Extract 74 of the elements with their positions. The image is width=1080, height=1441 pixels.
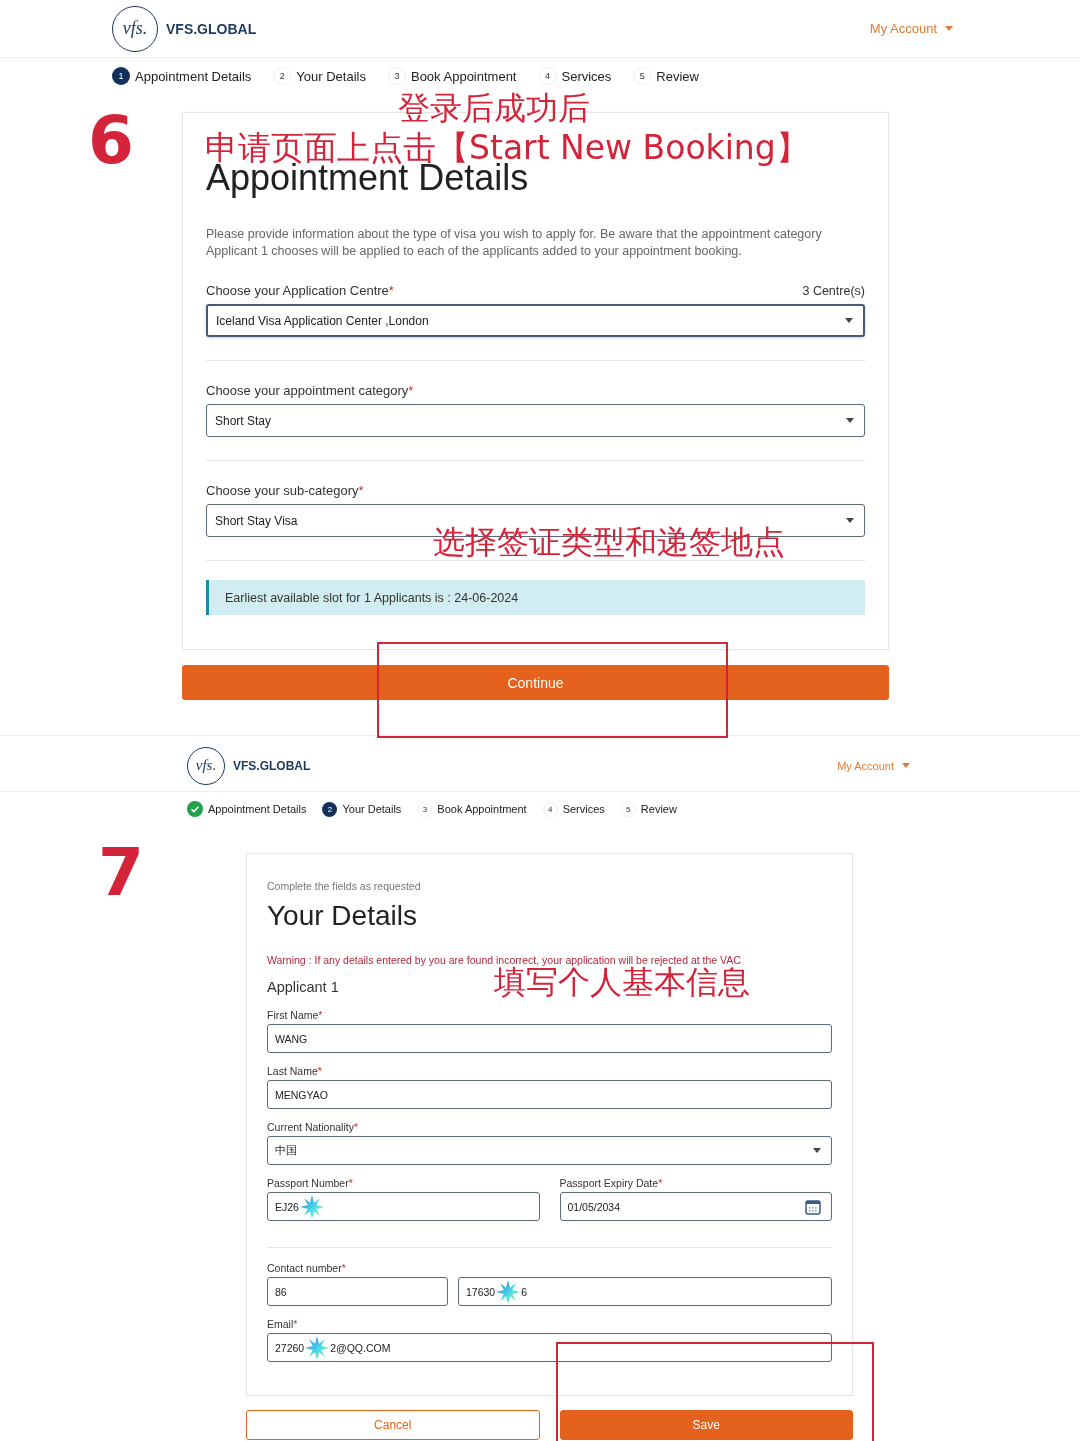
step-number: 1 [112,67,130,85]
calendar-icon[interactable] [805,1198,821,1215]
step-tab[interactable]: Services [561,68,612,84]
step-number: 2 [273,67,292,85]
annotation-text: 登录后成功后 [398,92,590,124]
page-title: Your Details [267,900,418,932]
brand-name: VFS.GLOBAL [166,20,258,37]
step-tab[interactable]: Review [656,68,699,84]
info-banner: Earliest available slot for 1 Applicants is : 24-06-2024 [206,580,865,615]
step-number: 2 [322,801,338,817]
field-value: Iceland Visa Application Center ,London [216,313,429,328]
step-tab[interactable]: Review [640,803,677,815]
step-number: 4 [538,67,557,85]
caret-icon [845,318,853,323]
caret-icon [813,1148,821,1153]
field-label: Passport Number* [267,1177,354,1189]
select-field[interactable]: Iceland Visa Application Center ,London [206,304,865,337]
warning-text: Warning : If any details entered by you are found incorrect, your application will be rejected at the VAC [267,954,742,966]
step-tab[interactable]: Appointment Details [208,803,307,815]
caret-icon [846,418,854,423]
input-field[interactable]: 17630 6 [458,1277,832,1306]
input-field[interactable]: MENGYAO [267,1080,832,1109]
date-field[interactable]: 01/05/2034 [559,1192,832,1221]
field-value: Short Stay Visa [215,513,298,528]
select-field[interactable]: 中国 [267,1136,832,1165]
field-label: Contact number* [267,1262,347,1274]
step-number: 3 [417,801,433,817]
field-value: WANG [275,1032,308,1045]
field-label: Last Name* [267,1065,323,1077]
field-label: Choose your appointment category* [206,383,414,398]
step-tab[interactable]: Your Details [296,68,366,84]
field-label: First Name* [267,1009,324,1021]
field-label: Email* [267,1318,299,1330]
caret-icon [945,26,953,31]
cancel-button[interactable]: Cancel [246,1410,540,1440]
input-field[interactable]: EJ26 [267,1192,540,1221]
step-tab[interactable]: Book Appointment [410,68,517,84]
input-field[interactable]: 86 [267,1277,448,1306]
step-number-annotation: 7 [98,840,144,906]
field-value: 6 [521,1285,528,1298]
field-label: Choose your Application Centre* [206,283,394,298]
input-field[interactable]: 27260 2@QQ.COM [267,1333,832,1362]
step-number: 5 [633,67,652,85]
step-number-annotation: 6 [88,108,134,174]
field-value: 86 [275,1285,287,1298]
step-tab[interactable]: Your Details [342,803,402,815]
field-label: Passport Expiry Date* [559,1177,664,1189]
step-tab[interactable]: Appointment Details [135,68,252,84]
input-field[interactable]: WANG [267,1024,832,1053]
select-field[interactable]: Short Stay [206,404,865,437]
step-tab[interactable]: Book Appointment [437,803,527,815]
caret-icon [902,763,910,768]
field-value: 01/05/2034 [567,1200,621,1213]
field-label: Current Nationality* [267,1121,360,1133]
subtitle: Complete the fields as requested [267,880,422,892]
step-number: 3 [387,67,406,85]
description: Please provide information about the type of visa you wish to apply for. Be aware that the appointment category Applicant 1 chooses will be applied to each of the applicants added to your appointment booking. [206,226,823,260]
centre-count: 3 Centre(s) [802,284,865,298]
step-tab[interactable]: Services [562,803,605,815]
field-value: 27260 [275,1341,305,1354]
field-value: 17630 [466,1285,496,1298]
annotation-text: 填写个人基本信息 [494,966,750,998]
field-value: EJ26 [275,1200,299,1213]
field-value: 中国 [275,1143,297,1158]
field-value: Short Stay [215,413,272,428]
annotation-text: 申请页面上点击【Start New Booking】 [205,131,809,164]
step-number: 4 [542,801,558,817]
brand-name: VFS.GLOBAL [233,758,312,773]
step-number: 5 [620,801,636,817]
applicant-heading: Applicant 1 [267,979,339,995]
caret-icon [846,518,854,523]
field-value: 2@QQ.COM [330,1341,391,1354]
field-value: MENGYAO [275,1088,328,1101]
field-label: Choose your sub-category* [206,483,364,498]
